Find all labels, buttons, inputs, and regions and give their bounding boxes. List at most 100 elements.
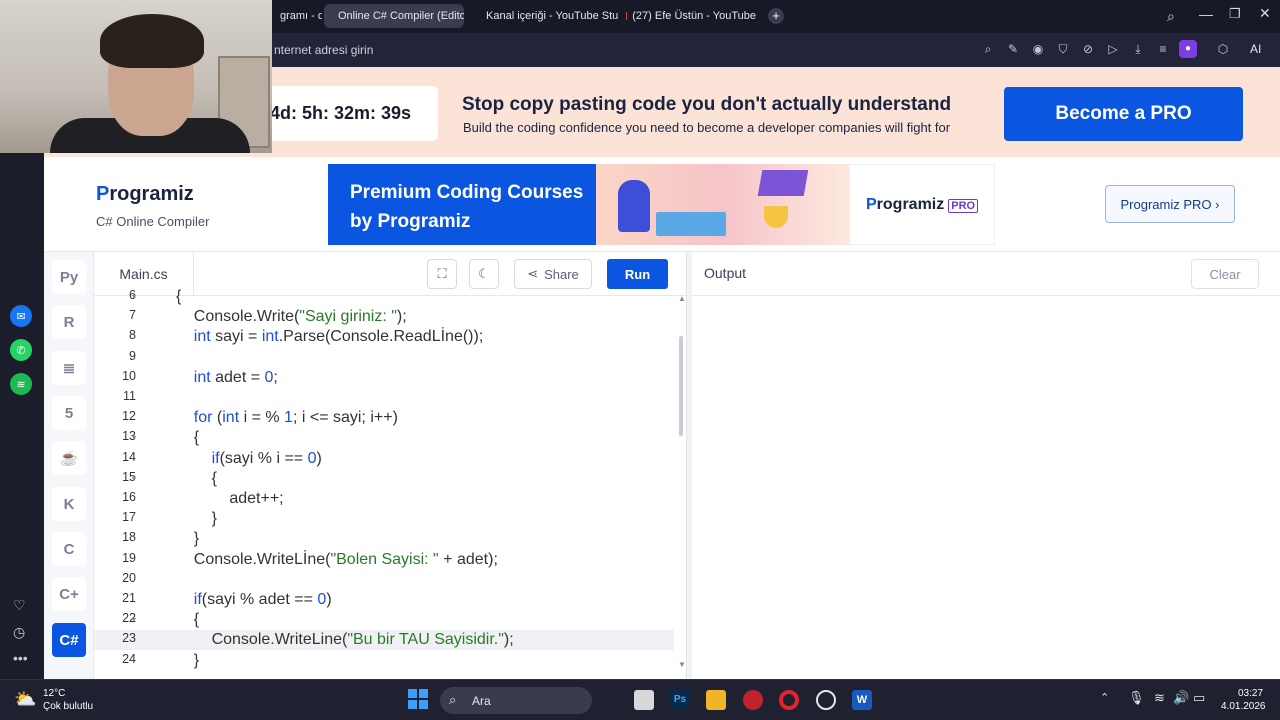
clear-button[interactable]: Clear: [1191, 259, 1259, 289]
code-line[interactable]: {: [176, 288, 181, 306]
code-line[interactable]: }: [176, 652, 199, 670]
profile-icon[interactable]: ●: [1179, 40, 1197, 58]
code-line[interactable]: }: [176, 510, 217, 528]
c-icon[interactable]: C: [52, 532, 86, 566]
vpn-icon[interactable]: ⊘: [1081, 42, 1095, 56]
address-placeholder[interactable]: nternet adresi girin: [274, 43, 373, 57]
code-line[interactable]: }: [176, 530, 199, 548]
line-number: 7: [129, 308, 136, 323]
menu-icon[interactable]: ≡: [1156, 42, 1170, 56]
dark-mode-icon[interactable]: ☾: [469, 259, 499, 289]
taskbar-search[interactable]: Ara: [440, 687, 592, 714]
zoom-icon[interactable]: ⌕: [981, 42, 995, 56]
fold-arrow-icon[interactable]: ▾: [132, 433, 136, 442]
code-line[interactable]: int sayi = int.Parse(Console.ReadLİne())…: [176, 328, 484, 346]
banner-text: Premium Coding Courses by Programiz: [350, 182, 584, 232]
line-number: 17: [122, 510, 136, 525]
code-line[interactable]: if(sayi % i == 0): [176, 450, 322, 468]
code-line[interactable]: if(sayi % adet == 0): [176, 591, 332, 609]
programiz-pro-button[interactable]: Programiz PRO ›: [1105, 185, 1235, 223]
run-button[interactable]: Run: [607, 259, 668, 289]
code-line[interactable]: {: [176, 429, 199, 447]
sql-icon[interactable]: ≣: [52, 351, 86, 385]
python-icon[interactable]: Py: [52, 260, 86, 294]
chevron-up-icon[interactable]: ⌃: [1100, 691, 1109, 704]
battery-icon[interactable]: ▭: [1193, 690, 1205, 706]
share-icon: ⋖: [527, 266, 539, 281]
java-icon[interactable]: ☕: [52, 441, 86, 475]
become-pro-button[interactable]: Become a PRO: [1004, 87, 1243, 141]
aria-ai-button[interactable]: AI: [1250, 42, 1261, 56]
minimize-icon[interactable]: —: [1199, 6, 1213, 22]
download-icon[interactable]: ⤓: [1131, 42, 1145, 56]
microphone-icon[interactable]: 🎙: [1128, 690, 1145, 706]
game-icon[interactable]: [743, 690, 763, 710]
tab-youtube-studio[interactable]: Kanal içeriği - YouTube Stu: [472, 4, 618, 28]
volume-icon[interactable]: 🔊: [1173, 690, 1189, 706]
shield-icon[interactable]: ⛉: [1056, 42, 1070, 56]
word-icon[interactable]: W: [852, 690, 872, 710]
tab-programi[interactable]: gramı - d: [272, 4, 322, 28]
line-number: 18: [122, 530, 136, 545]
camera-icon[interactable]: ◉: [1031, 42, 1045, 56]
code-line[interactable]: adet++;: [176, 490, 283, 508]
share-button[interactable]: ⋖ Share: [514, 259, 592, 289]
csharp-icon[interactable]: C#: [52, 623, 86, 657]
banner-logo: Programiz PRO: [866, 196, 979, 214]
clock-app-icon[interactable]: [816, 690, 836, 710]
kotlin-icon[interactable]: K: [52, 487, 86, 521]
start-icon[interactable]: [408, 689, 428, 709]
code-line[interactable]: {: [176, 470, 217, 488]
books-icon: [656, 212, 726, 236]
folder-icon[interactable]: [706, 690, 726, 710]
taskbar-date[interactable]: 4.01.2026: [1221, 701, 1266, 712]
weather-icon[interactable]: ⛅: [14, 689, 36, 710]
cpp-icon[interactable]: C+: [52, 577, 86, 611]
html-icon[interactable]: 5: [52, 396, 86, 430]
page-subtitle: C# Online Compiler: [96, 214, 210, 229]
tab-online-compiler[interactable]: Online C# Compiler (Edito: [324, 4, 464, 28]
edit-icon[interactable]: ✎: [1006, 42, 1020, 56]
weather-temp[interactable]: 12°C: [43, 688, 65, 699]
close-window-icon[interactable]: ✕: [1259, 5, 1271, 22]
line-number: 20: [122, 570, 136, 585]
extensions-icon[interactable]: ⬡: [1216, 42, 1230, 56]
fullscreen-icon[interactable]: ⛶: [427, 259, 457, 289]
heart-icon[interactable]: ♡: [13, 597, 26, 614]
output-console[interactable]: [692, 296, 1280, 679]
programiz-logo[interactable]: Programiz: [96, 183, 194, 206]
restore-icon[interactable]: ❐: [1229, 6, 1241, 22]
whatsapp-icon[interactable]: ✆: [10, 339, 32, 361]
search-tabs-icon[interactable]: ⌕: [1167, 8, 1175, 25]
line-number: 12: [122, 409, 136, 424]
history-icon[interactable]: ◷: [13, 624, 25, 641]
scroll-up-icon[interactable]: ▲: [678, 294, 686, 303]
code-line[interactable]: int adet = 0;: [176, 369, 278, 387]
fold-arrow-icon[interactable]: ▾: [132, 615, 136, 624]
more-icon[interactable]: •••: [13, 650, 28, 666]
code-line[interactable]: for (int i = % 1; i <= sayi; i++): [176, 409, 398, 427]
new-tab-button[interactable]: +: [768, 8, 784, 24]
play-icon[interactable]: ▷: [1106, 42, 1120, 56]
code-line[interactable]: {: [176, 611, 199, 629]
code-lines[interactable]: 6 ▾{7 Console.Write("Sayi giriniz: "); 8 i…: [94, 288, 686, 679]
code-line[interactable]: Console.WriteLine("Bu bir TAU Sayisidir.…: [176, 631, 514, 649]
fold-arrow-icon[interactable]: ▾: [132, 474, 136, 483]
opera-icon[interactable]: [779, 690, 799, 710]
tab-youtube-channel[interactable]: (27) Efe Üstün - YouTube: [618, 4, 764, 28]
file-explorer-window-icon[interactable]: [634, 690, 654, 710]
spotify-icon[interactable]: ≋: [10, 373, 32, 395]
code-line[interactable]: Console.Write("Sayi giriniz: ");: [176, 308, 407, 326]
messenger-icon[interactable]: ✉: [10, 305, 32, 327]
code-line[interactable]: Console.WriteLİne("Bolen Sayisi: " + ade…: [176, 551, 498, 569]
r-icon[interactable]: R: [52, 305, 86, 339]
editor-scrollbar[interactable]: [679, 336, 683, 436]
wifi-icon[interactable]: ≋: [1154, 690, 1165, 706]
scroll-down-icon[interactable]: ▼: [678, 660, 686, 669]
photoshop-icon[interactable]: Ps: [670, 690, 690, 710]
fold-arrow-icon[interactable]: ▾: [132, 292, 136, 301]
taskbar-time[interactable]: 03:27: [1238, 688, 1263, 699]
weather-desc[interactable]: Çok bulutlu: [43, 701, 93, 712]
promo-timer: 4d: 5h: 32m: 39s: [262, 86, 438, 141]
line-number: 11: [123, 389, 136, 403]
